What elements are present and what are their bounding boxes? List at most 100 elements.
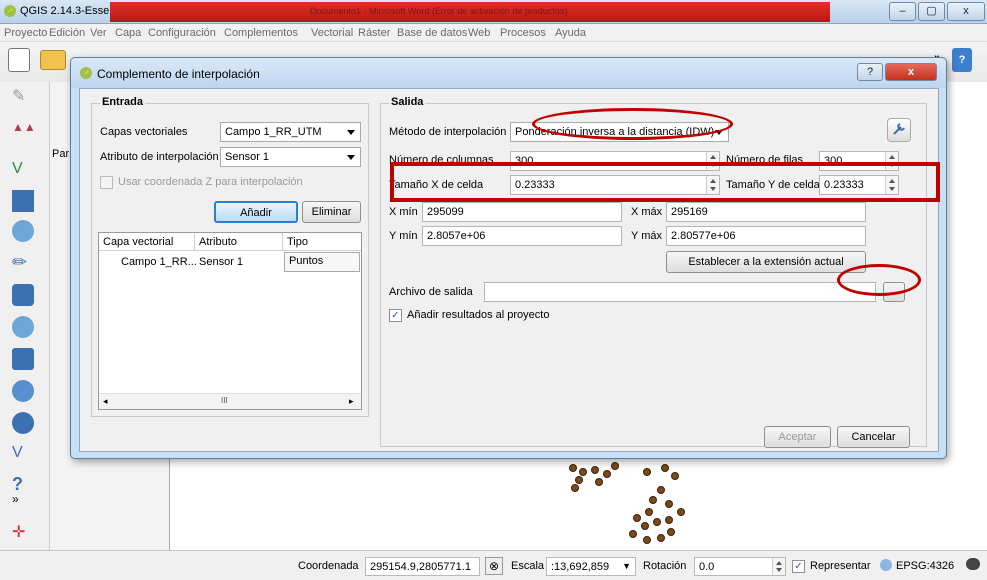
dialog-help-button[interactable]: ? [857, 63, 883, 81]
map-point [665, 516, 673, 524]
menu-base-de-datos[interactable]: Base de datos [397, 27, 467, 39]
map-point [603, 470, 611, 478]
add-postgis-layer-icon[interactable] [12, 220, 34, 242]
dialog-close-button[interactable]: x [885, 63, 937, 81]
mouse-coord-toggle-icon[interactable]: ⊗ [485, 557, 503, 575]
remove-button[interactable]: Eliminar [302, 201, 361, 223]
vector-layers-combo[interactable]: Campo 1_RR_UTM [220, 122, 361, 142]
help-toolbar-icon[interactable]: ? [952, 48, 972, 72]
globe-icon[interactable] [880, 559, 892, 571]
add-results-label: Añadir resultados al proyecto [407, 309, 550, 321]
row-layer[interactable]: Campo 1_RR... [121, 256, 197, 268]
chevron-down-icon [347, 130, 355, 135]
crs-label[interactable]: EPSG:4326 [896, 560, 954, 572]
xmax-field[interactable]: 295169 [666, 202, 866, 222]
salida-title: Salida [389, 96, 426, 108]
messages-icon[interactable] [966, 558, 980, 570]
digitize-icon[interactable]: ✎ [12, 86, 34, 108]
add-wcs-layer-icon[interactable] [12, 380, 34, 402]
entrada-title: Entrada [100, 96, 145, 108]
chevron-down-icon: ▼ [622, 561, 631, 571]
scroll-thumb-grip[interactable]: III [221, 396, 228, 405]
column-header-attribute[interactable]: Atributo [195, 233, 283, 251]
add-oracle-layer-icon[interactable] [12, 348, 34, 370]
rotation-field[interactable]: 0.0 [694, 557, 786, 576]
add-wms-layer-icon[interactable] [12, 284, 34, 306]
crosshair-icon[interactable]: ✛ [12, 522, 34, 544]
chevron-down-icon [347, 155, 355, 160]
new-project-icon[interactable] [8, 48, 30, 72]
map-point [677, 508, 685, 516]
add-wfs-layer-icon[interactable] [12, 412, 34, 434]
dialog-body: Entrada Capas vectoriales Campo 1_RR_UTM… [79, 88, 939, 452]
ymin-field[interactable]: 2.8057e+06 [422, 226, 622, 246]
map-point [645, 508, 653, 516]
map-point [643, 468, 651, 476]
map-point [649, 496, 657, 504]
annotation-box-cell-size [390, 162, 940, 202]
rotation-value: 0.0 [699, 561, 715, 573]
menu-ayuda[interactable]: Ayuda [555, 27, 586, 39]
output-file-field[interactable] [484, 282, 876, 302]
xmin-field[interactable]: 295099 [422, 202, 622, 222]
use-z-checkbox[interactable] [100, 176, 113, 189]
map-point [643, 536, 651, 544]
render-checkbox[interactable]: ✓ [792, 560, 805, 573]
add-raster-layer-icon[interactable] [12, 190, 34, 212]
menu-web[interactable]: Web [468, 27, 490, 39]
configure-method-icon[interactable] [887, 118, 911, 142]
scroll-left-icon[interactable]: ◂ [103, 396, 108, 407]
maximize-button[interactable]: ▢ [918, 2, 945, 21]
rotation-spinner[interactable] [772, 558, 785, 575]
map-point [575, 476, 583, 484]
map-point [569, 464, 577, 472]
add-delimited-text-icon[interactable]: V [12, 444, 34, 466]
menu-ver[interactable]: Ver [90, 27, 107, 39]
set-current-extent-button[interactable]: Establecer a la extensión actual [666, 251, 866, 273]
scale-combo[interactable]: :13,692,859 ▼ [546, 557, 636, 576]
open-project-icon[interactable] [40, 50, 66, 70]
minimize-button[interactable]: – [889, 2, 916, 21]
wrench-icon [893, 123, 905, 135]
gps-icon[interactable]: ▲▲ [12, 120, 36, 142]
input-layers-table[interactable]: Capa vectorial Atributo Tipo Campo 1_RR.… [98, 232, 362, 410]
row-attribute[interactable]: Sensor 1 [199, 256, 243, 268]
menu-procesos[interactable]: Procesos [500, 27, 546, 39]
menu-bar: Proyecto Edición Ver Capa Configuración … [0, 24, 987, 42]
expand-toolbar-icon[interactable]: » [12, 492, 34, 514]
accept-button[interactable]: Aceptar [764, 426, 831, 448]
column-header-layer[interactable]: Capa vectorial [99, 233, 195, 251]
scroll-right-icon[interactable]: ▸ [349, 396, 354, 407]
ymax-field[interactable]: 2.80577e+06 [666, 226, 866, 246]
window-title-bar: QGIS 2.14.3-Essen Documento1 - Microsoft… [0, 0, 987, 24]
menu-vectorial[interactable]: Vectorial [311, 27, 353, 39]
scale-label: Escala [511, 560, 545, 572]
add-button[interactable]: Añadir [214, 201, 298, 223]
window-title: QGIS 2.14.3-Essen [20, 5, 116, 17]
interpolation-attribute-combo[interactable]: Sensor 1 [220, 147, 361, 167]
map-point [657, 486, 665, 494]
scale-value: :13,692,859 [551, 561, 610, 573]
horizontal-scrollbar[interactable]: ◂ III ▸ [99, 393, 361, 409]
menu-edicion[interactable]: Edición [49, 27, 85, 39]
add-spatialite-layer-icon[interactable]: ✏ [12, 252, 34, 274]
add-results-checkbox[interactable]: ✓ [389, 309, 402, 322]
menu-capa[interactable]: Capa [115, 27, 141, 39]
add-vector-layer-icon[interactable]: V [12, 160, 34, 182]
status-bar: Coordenada 295154.9,2805771.1 ⊗ Escala :… [0, 550, 987, 580]
column-header-type[interactable]: Tipo [283, 233, 361, 251]
close-window-button[interactable]: x [947, 2, 985, 21]
map-point [657, 534, 665, 542]
menu-raster[interactable]: Ráster [358, 27, 390, 39]
menu-proyecto[interactable]: Proyecto [4, 27, 47, 39]
cancel-button[interactable]: Cancelar [837, 426, 910, 448]
menu-complementos[interactable]: Complementos [224, 27, 298, 39]
map-point [665, 500, 673, 508]
map-point [633, 514, 641, 522]
menu-configuracion[interactable]: Configuración [148, 27, 216, 39]
add-mssql-layer-icon[interactable] [12, 316, 34, 338]
vector-layers-value: Campo 1_RR_UTM [225, 126, 322, 138]
interpolation-attribute-label: Atributo de interpolación [100, 151, 219, 163]
coordinate-field[interactable]: 295154.9,2805771.1 [365, 557, 480, 576]
row-type-combo[interactable]: Puntos [284, 252, 360, 272]
